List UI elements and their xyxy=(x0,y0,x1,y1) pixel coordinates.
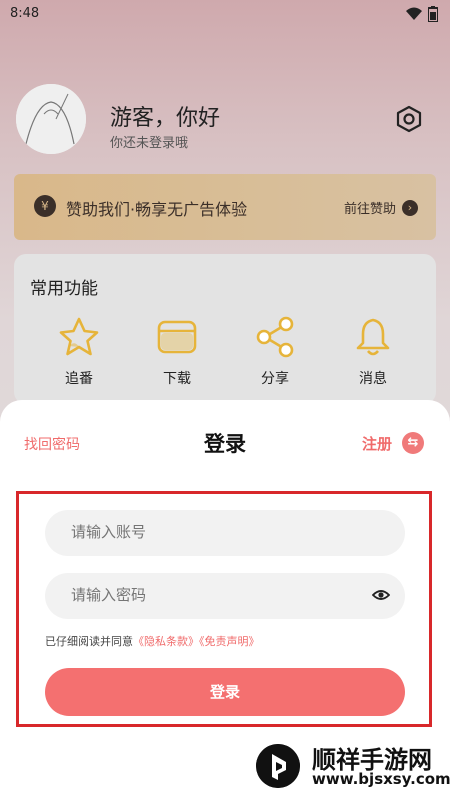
chevron-right-icon: › xyxy=(402,199,418,216)
common-features-card: 常用功能 追番 下载 分享 消息 xyxy=(14,254,436,404)
login-button[interactable]: 登录 xyxy=(45,668,405,716)
feature-label: 下载 xyxy=(163,371,191,387)
eye-icon[interactable] xyxy=(372,586,390,604)
wifi-icon xyxy=(406,7,422,20)
watermark-logo-icon xyxy=(256,744,300,788)
agreement-prefix: 已仔细阅读并同意 xyxy=(45,635,133,648)
greeting-title: 游客，你好 xyxy=(110,106,221,131)
feature-share[interactable]: 分享 xyxy=(240,316,310,388)
features-title: 常用功能 xyxy=(30,279,98,299)
watermark: 顺祥手游网 www.bjsxsy.com xyxy=(250,738,450,794)
sponsor-action[interactable]: 前往赞助 › xyxy=(344,198,418,217)
password-input[interactable] xyxy=(45,573,405,619)
battery-icon xyxy=(428,6,438,22)
feature-download[interactable]: 下载 xyxy=(142,316,212,388)
status-icons xyxy=(406,6,438,22)
feature-label: 追番 xyxy=(65,371,93,387)
status-time: 8:48 xyxy=(10,6,40,21)
status-bar: 8:48 xyxy=(0,0,450,28)
privacy-link[interactable]: 《隐私条款》 xyxy=(133,635,199,648)
bell-icon xyxy=(356,318,390,356)
yen-icon: ¥ xyxy=(34,195,56,217)
feature-label: 分享 xyxy=(261,371,289,387)
switch-icon: ⇆ xyxy=(402,432,424,454)
sponsor-text: 赞助我们·畅享无广告体验 xyxy=(66,200,248,219)
account-input[interactable] xyxy=(45,510,405,556)
disclaimer-link[interactable]: 《免责声明》 xyxy=(199,635,260,648)
profile-header: 游客，你好 你还未登录哦 xyxy=(16,84,436,156)
watermark-url: www.bjsxsy.com xyxy=(312,770,450,788)
login-status-text[interactable]: 你还未登录哦 xyxy=(110,132,188,151)
register-link[interactable]: 注册 ⇆ xyxy=(362,432,424,454)
agreement-text: 已仔细阅读并同意《隐私条款》《免责声明》 xyxy=(45,633,260,649)
folder-icon xyxy=(157,320,197,354)
settings-icon[interactable] xyxy=(394,104,424,134)
avatar[interactable] xyxy=(16,84,86,154)
sponsor-banner[interactable]: ¥ 赞助我们·畅享无广告体验 前往赞助 › xyxy=(14,174,436,240)
register-label: 注册 xyxy=(361,434,392,453)
share-icon xyxy=(256,316,294,358)
sponsor-action-label: 前往赞助 xyxy=(343,202,396,217)
feature-label: 消息 xyxy=(359,371,387,387)
feature-follow[interactable]: 追番 xyxy=(44,316,114,388)
star-icon xyxy=(59,317,99,356)
feature-message[interactable]: 消息 xyxy=(338,316,408,388)
